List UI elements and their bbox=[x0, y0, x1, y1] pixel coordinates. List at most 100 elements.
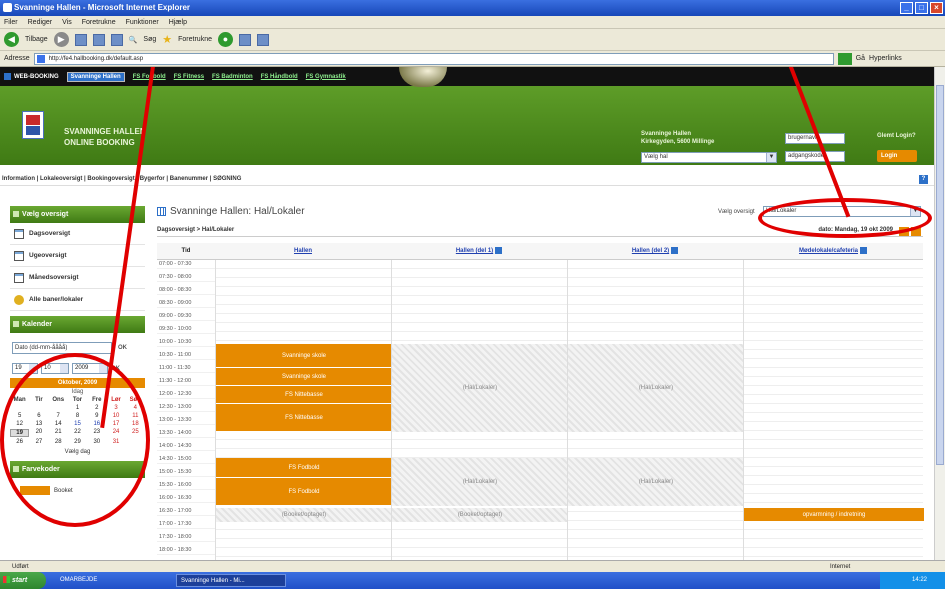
column-label: Hallen (del 2) bbox=[631, 248, 670, 254]
back-arrow-icon[interactable]: ◀ bbox=[4, 32, 19, 47]
chevron-down-icon: ▼ bbox=[766, 153, 776, 162]
booking-block[interactable]: FS Fodbold bbox=[216, 458, 392, 478]
menu-bar: Filer Rediger Vis Foretrukne Funktioner … bbox=[0, 16, 945, 29]
taskbar-item[interactable]: OMARBEJDE bbox=[56, 574, 156, 587]
column-label: Mødelokale/cafeteria bbox=[798, 248, 859, 254]
site-title: SVANNINGE HALLEN ONLINE BOOKING bbox=[64, 126, 146, 148]
site-title-line2: ONLINE BOOKING bbox=[64, 138, 135, 147]
booking-block[interactable]: FS Nittebasse bbox=[216, 404, 392, 432]
column-header-hallen[interactable]: Hallen bbox=[215, 243, 391, 260]
search-icon[interactable]: 🔍 bbox=[129, 36, 138, 44]
browser-toolbar: ◀ Tilbage ▶ 🔍 Søg ★ Foretrukne ● bbox=[0, 29, 945, 51]
menu-favorites[interactable]: Foretrukne bbox=[82, 16, 116, 28]
annotation-circle-view-select bbox=[758, 198, 932, 238]
occupied-label: (Booket/optaget) bbox=[281, 512, 327, 518]
vertical-scrollbar[interactable] bbox=[934, 67, 945, 560]
time-slot-label: 14:00 - 14:30 bbox=[157, 442, 215, 451]
print-icon[interactable] bbox=[257, 33, 269, 46]
occupied-block[interactable]: (Hal/Lokaler) bbox=[392, 458, 568, 506]
booking-label: FS Nittebasse bbox=[285, 391, 323, 398]
occupied-block[interactable]: (Hal/Lokaler) bbox=[568, 344, 744, 432]
back-label[interactable]: Tilbage bbox=[25, 36, 48, 43]
booking-label: opvarmning / indretning bbox=[802, 511, 866, 518]
info-icon[interactable] bbox=[671, 246, 679, 254]
time-slot-label: 07:00 - 07:30 bbox=[157, 260, 215, 269]
time-slot-label: 10:00 - 10:30 bbox=[157, 338, 215, 347]
stop-icon[interactable] bbox=[74, 33, 87, 46]
time-slot-label: 08:00 - 08:30 bbox=[157, 286, 215, 295]
column-header-hallen-del2[interactable]: Hallen (del 2) bbox=[567, 243, 743, 260]
date-input[interactable]: Dato (dd-mm-åååå) bbox=[12, 342, 112, 354]
maximize-button[interactable]: □ bbox=[915, 2, 928, 14]
booking-block[interactable]: Svanninge skole bbox=[216, 368, 392, 386]
favorites-star-icon[interactable]: ★ bbox=[162, 33, 172, 46]
menu-tools[interactable]: Funktioner bbox=[126, 16, 159, 28]
date-ok-button[interactable]: OK bbox=[118, 345, 127, 351]
info-icon[interactable] bbox=[495, 246, 503, 254]
taskbar-item-active[interactable]: Svanninge Hallen - Mi... bbox=[176, 574, 286, 587]
search-label[interactable]: Søg bbox=[143, 36, 156, 43]
column-label: Hallen (del 1) bbox=[455, 248, 494, 254]
occupied-block[interactable]: (Hal/Lokaler) bbox=[568, 458, 744, 506]
sidebar-item-label: Ugeoversigt bbox=[29, 252, 67, 259]
booking-block[interactable]: Svanninge skole bbox=[216, 344, 392, 368]
system-tray: 14:22 bbox=[880, 572, 945, 589]
mail-icon[interactable] bbox=[239, 33, 251, 46]
time-slot-label: 12:30 - 13:00 bbox=[157, 403, 215, 412]
booking-label: FS Fodbold bbox=[288, 488, 320, 495]
nav-fs-fitness[interactable]: FS Fitness bbox=[174, 74, 204, 80]
sidebar-item-day[interactable]: Dagsoversigt bbox=[10, 223, 145, 245]
password-input[interactable]: adgangskode bbox=[785, 151, 845, 162]
go-arrow-icon[interactable] bbox=[837, 52, 852, 65]
column-header-hallen-del1[interactable]: Hallen (del 1) bbox=[391, 243, 567, 260]
calendar-icon bbox=[14, 250, 24, 261]
nav-fs-handbold[interactable]: FS Håndbold bbox=[261, 74, 298, 80]
close-button[interactable]: × bbox=[930, 2, 943, 14]
booking-block[interactable]: FS Nittebasse bbox=[216, 386, 392, 404]
help-icon[interactable]: ? bbox=[919, 175, 928, 184]
occupied-label: (Hal/Lokaler) bbox=[638, 479, 674, 485]
calendar-icon bbox=[14, 228, 24, 239]
clock: 14:22 bbox=[912, 577, 928, 583]
booking-label: FS Fodbold bbox=[288, 464, 320, 471]
occupied-block[interactable]: (Booket/optaget) bbox=[216, 508, 392, 522]
login-button[interactable]: Login bbox=[877, 150, 917, 162]
time-slot-label: 15:00 - 15:30 bbox=[157, 468, 215, 477]
status-bar: Udført Internet bbox=[0, 560, 945, 572]
menu-edit[interactable]: Rediger bbox=[28, 16, 53, 28]
media-icon[interactable]: ● bbox=[218, 32, 233, 47]
links-label[interactable]: Hyperlinks bbox=[869, 55, 902, 62]
forgot-login-link[interactable]: Glemt Login? bbox=[877, 133, 916, 139]
refresh-icon[interactable] bbox=[92, 33, 105, 46]
page-title-text: Svanninge Hallen: Hal/Lokaler bbox=[170, 206, 305, 217]
menu-file[interactable]: Filer bbox=[4, 16, 18, 28]
menu-view[interactable]: Vis bbox=[62, 16, 72, 28]
column-header-modelokale[interactable]: Mødelokale/cafeteria bbox=[743, 243, 923, 260]
contact-address: Kirkegyden, 5600 Millinge bbox=[641, 139, 715, 145]
nav-fs-gymnastik[interactable]: FS Gymnastik bbox=[306, 74, 346, 80]
info-links[interactable]: Information | Lokaleoversigt | Bookingov… bbox=[2, 176, 241, 182]
go-button[interactable]: Gå bbox=[856, 55, 865, 62]
favorites-label[interactable]: Foretrukne bbox=[178, 36, 212, 43]
time-slot-label: 08:30 - 09:00 bbox=[157, 299, 215, 308]
start-button[interactable]: start bbox=[0, 572, 46, 589]
hall-select[interactable]: Vælg hal ▼ bbox=[641, 152, 777, 163]
info-icon[interactable] bbox=[860, 246, 868, 254]
nav-fs-badminton[interactable]: FS Badminton bbox=[212, 74, 253, 80]
scroll-thumb[interactable] bbox=[936, 85, 944, 465]
minimize-button[interactable]: _ bbox=[900, 2, 913, 14]
address-input[interactable]: http://fe4.hallbooking.dk/default.asp bbox=[33, 52, 834, 65]
column-body-modelokale: opvarmning / indretning bbox=[743, 260, 924, 560]
occupied-block[interactable]: (Booket/optaget) bbox=[392, 508, 568, 522]
booking-block[interactable]: opvarmning / indretning bbox=[744, 508, 924, 522]
booking-block[interactable]: FS Fodbold bbox=[216, 478, 392, 506]
time-slot-label: 11:30 - 12:00 bbox=[157, 377, 215, 386]
schedule-table: Tid Hallen Hallen (del 1) Hallen (del 2)… bbox=[157, 243, 924, 560]
time-slot-label: 10:30 - 11:00 bbox=[157, 351, 215, 360]
sidebar-item-all[interactable]: Alle baner/lokaler bbox=[10, 289, 145, 311]
forward-arrow-icon[interactable]: ▶ bbox=[53, 32, 69, 47]
nav-svanninge-hallen[interactable]: Svanninge Hallen bbox=[66, 71, 125, 82]
home-icon[interactable] bbox=[110, 33, 123, 46]
occupied-block[interactable]: (Hal/Lokaler) bbox=[392, 344, 568, 432]
menu-help[interactable]: Hjælp bbox=[169, 16, 187, 28]
